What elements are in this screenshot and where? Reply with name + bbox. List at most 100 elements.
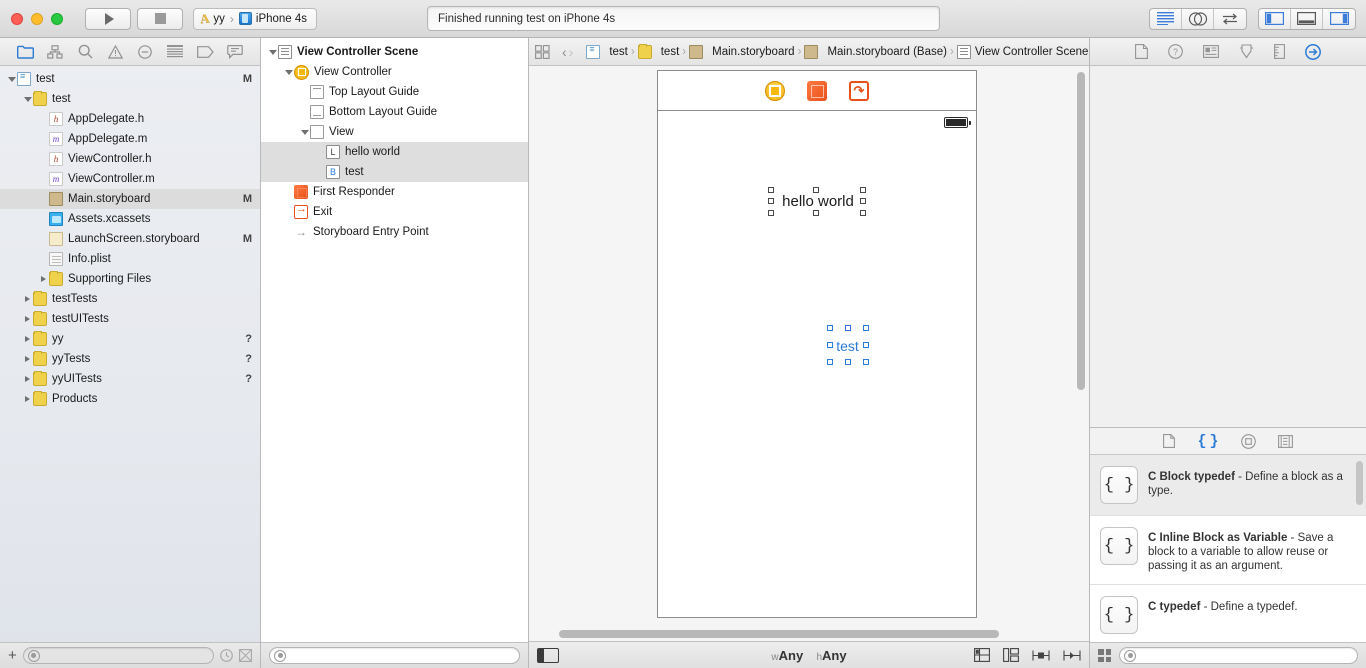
snippet-row[interactable]: { } C Block typedef - Define a block as a… [1090, 455, 1366, 516]
disclosure-triangle-closed[interactable] [22, 316, 33, 322]
standard-editor-button[interactable] [1150, 8, 1182, 29]
outline-row[interactable]: Bottom Layout Guide [261, 102, 528, 122]
breakpoint-navigator-tab[interactable] [196, 43, 214, 61]
go-back-button[interactable]: ‹ [562, 44, 567, 60]
breadcrumb-item[interactable]: View Controller Scene [956, 44, 1089, 59]
disclosure-triangle-open[interactable] [267, 49, 278, 55]
find-navigator-tab[interactable] [76, 43, 94, 61]
resize-handle-tc[interactable] [845, 325, 851, 331]
version-editor-button[interactable] [1214, 9, 1246, 29]
resize-handle-tl[interactable] [827, 325, 833, 331]
project-file-row[interactable]: test [0, 89, 260, 109]
outline-row[interactable]: Lhello world [261, 142, 528, 162]
project-file-row[interactable]: test M [0, 69, 260, 89]
code-snippet-list[interactable]: { } C Block typedef - Define a block as a… [1090, 455, 1366, 642]
snippet-row[interactable]: { } C typedef - Define a typedef. [1090, 585, 1366, 642]
test-navigator-tab[interactable] [136, 43, 154, 61]
project-file-row[interactable]: Products [0, 389, 260, 409]
resize-handle-br[interactable] [860, 210, 866, 216]
issue-navigator-tab[interactable] [106, 43, 124, 61]
project-file-row[interactable]: Assets.xcassets [0, 209, 260, 229]
run-button[interactable] [85, 7, 131, 30]
project-file-row[interactable]: testTests [0, 289, 260, 309]
project-file-row[interactable]: h ViewController.h [0, 149, 260, 169]
quick-help-inspector-tab[interactable]: ? [1168, 44, 1183, 59]
file-template-library-tab[interactable] [1163, 434, 1176, 448]
project-tree[interactable]: test Mtest h AppDelegate.h m AppDelegate.m h Vi… [0, 66, 260, 642]
resize-handle-bl[interactable] [827, 359, 833, 365]
resize-handle-bl[interactable] [768, 210, 774, 216]
outline-row[interactable]: View [261, 122, 528, 142]
resize-handle-tr[interactable] [860, 187, 866, 193]
resize-handle-br[interactable] [863, 359, 869, 365]
resize-handle-tl[interactable] [768, 187, 774, 193]
canvas-horizontal-scrollbar[interactable] [559, 630, 999, 638]
size-inspector-tab[interactable] [1274, 44, 1285, 59]
resize-handle-tr[interactable] [863, 325, 869, 331]
resize-handle-bc[interactable] [813, 210, 819, 216]
object-library-tab[interactable] [1240, 433, 1256, 449]
toggle-debug-area-button[interactable] [1291, 8, 1323, 29]
file-inspector-tab[interactable] [1135, 44, 1148, 59]
stop-button[interactable] [137, 7, 183, 30]
exit-dock-icon[interactable]: ↷ [849, 80, 869, 101]
navigator-filter-field[interactable] [22, 647, 214, 664]
jump-bar[interactable]: ‹›test›test›Main.storyboard›Main.storybo… [529, 38, 1089, 66]
media-library-tab[interactable] [1277, 434, 1293, 448]
outline-row[interactable]: Top Layout Guide [261, 82, 528, 102]
zoom-window-button[interactable] [51, 12, 63, 25]
project-file-row[interactable]: Info.plist [0, 249, 260, 269]
project-file-row[interactable]: h AppDelegate.h [0, 109, 260, 129]
resize-handle-tc[interactable] [813, 187, 819, 193]
snippet-row[interactable]: { } C Inline Block as Variable - Save a b… [1090, 516, 1366, 585]
outline-row[interactable]: View Controller Scene [261, 42, 528, 62]
disclosure-triangle-closed[interactable] [22, 296, 33, 302]
canvas-vertical-scrollbar[interactable] [1077, 72, 1085, 390]
auto-layout-pin-icon[interactable] [1032, 649, 1050, 662]
resize-handle-mr[interactable] [863, 342, 869, 348]
outline-row[interactable]: Exit [261, 202, 528, 222]
disclosure-triangle-closed[interactable] [22, 396, 33, 402]
auto-layout-resolve-icon[interactable] [1063, 649, 1081, 662]
connections-inspector-tab[interactable] [1305, 43, 1321, 60]
add-file-button[interactable]: + [8, 648, 17, 663]
breadcrumb-item[interactable]: test [585, 44, 629, 59]
project-file-row[interactable]: Main.storyboard M [0, 189, 260, 209]
document-outline-tree[interactable]: View Controller Scene View Controller Top … [261, 38, 528, 642]
resize-handle-mr[interactable] [860, 198, 866, 204]
auto-layout-stack-icon[interactable] [974, 648, 990, 662]
first-responder-dock-icon[interactable] [807, 80, 827, 101]
recent-files-filter-icon[interactable] [220, 649, 233, 662]
resize-handle-bc[interactable] [845, 359, 851, 365]
symbol-navigator-tab[interactable] [46, 43, 64, 61]
toggle-document-outline-button[interactable] [537, 647, 559, 663]
breadcrumb-item[interactable]: test [637, 43, 681, 59]
scheme-selector[interactable]: A yy › iPhone 4s [193, 7, 318, 30]
debug-navigator-tab[interactable] [166, 43, 184, 61]
disclosure-triangle-closed[interactable] [22, 356, 33, 362]
toggle-navigator-button[interactable] [1259, 8, 1291, 29]
source-control-filter-icon[interactable] [239, 649, 252, 662]
project-file-row[interactable]: m AppDelegate.m [0, 129, 260, 149]
hello-world-label-selected[interactable]: hello world [768, 187, 866, 216]
outline-filter-field[interactable] [269, 647, 520, 664]
disclosure-triangle-open[interactable] [299, 129, 310, 135]
breadcrumb-item[interactable]: Main.storyboard [688, 44, 795, 59]
project-file-row[interactable]: LaunchScreen.storyboard M [0, 229, 260, 249]
auto-layout-align-icon[interactable] [1003, 648, 1019, 662]
close-window-button[interactable] [11, 12, 23, 25]
related-items-icon[interactable] [535, 44, 550, 59]
test-button-selected[interactable]: test [827, 325, 869, 365]
go-forward-button[interactable]: › [569, 44, 574, 60]
library-filter-field[interactable] [1119, 647, 1358, 664]
resize-handle-ml[interactable] [827, 342, 833, 348]
resize-handle-ml[interactable] [768, 198, 774, 204]
view-controller-dock-icon[interactable] [765, 80, 785, 101]
breadcrumb-item[interactable]: Main.storyboard (Base) [803, 44, 948, 59]
assistant-editor-button[interactable] [1182, 8, 1214, 29]
disclosure-triangle-open[interactable] [6, 76, 17, 82]
outline-row[interactable]: → Storyboard Entry Point [261, 222, 528, 242]
outline-row[interactable]: View Controller [261, 62, 528, 82]
project-file-row[interactable]: Supporting Files [0, 269, 260, 289]
toggle-utilities-button[interactable] [1323, 9, 1355, 29]
